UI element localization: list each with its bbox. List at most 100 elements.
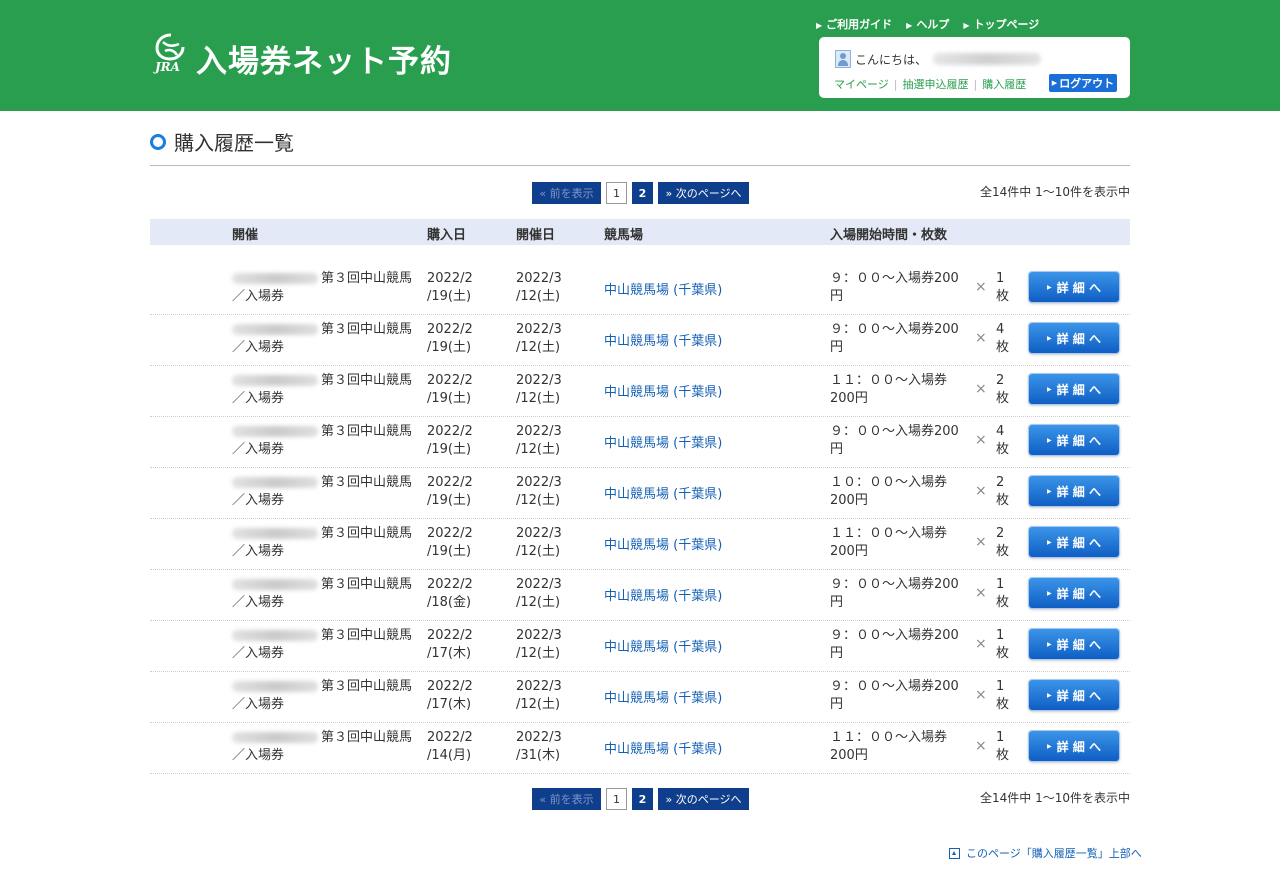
divider: | xyxy=(973,77,978,91)
event-name: 第３回中山競馬 xyxy=(321,322,413,337)
detail-button[interactable]: ▶ 詳 細 へ xyxy=(1029,323,1119,353)
next-page-button[interactable]: » 次のページへ xyxy=(658,788,749,810)
quantity-unit: 枚 xyxy=(996,340,1010,355)
purchase-date-year: 2022/2 xyxy=(427,424,473,439)
purchase-date-day: /19(土) xyxy=(427,340,472,355)
purchase-date-cell: 2022/2/19(土) xyxy=(427,474,473,510)
table-row: 第３回中山競馬 ／入場券 2022/2/17(木) 2022/3/12(土) 中山競馬場… xyxy=(150,620,1130,672)
admission-time: ９：００〜入場券200 xyxy=(830,424,959,439)
racecourse-link[interactable]: 中山競馬場 (千葉県) xyxy=(604,534,722,553)
header-purchase-date: 購入日 xyxy=(427,228,467,243)
arrow-right-icon: ▶ xyxy=(1047,589,1052,597)
event-date-day: /31(木) xyxy=(516,748,561,763)
purchase-history-link[interactable]: 購入履歴 xyxy=(982,76,1026,92)
event-date-day: /12(土) xyxy=(516,289,561,304)
jra-logo[interactable]: JRA xyxy=(153,32,189,76)
site-title[interactable]: 入場券ネット予約 xyxy=(196,36,452,81)
help-link[interactable]: ▶ ヘルプ xyxy=(906,16,949,32)
arrow-right-icon: ▶ xyxy=(963,21,970,30)
event-name: 第３回中山競馬 xyxy=(321,628,413,643)
detail-button-label: 詳 細 へ xyxy=(1056,688,1101,703)
racecourse-link[interactable]: 中山競馬場 (千葉県) xyxy=(604,330,722,349)
event-date-cell: 2022/3/12(土) xyxy=(516,372,562,408)
user-links: マイページ | 抽選申込履歴 | 購入履歴 xyxy=(834,76,1026,92)
arrow-right-icon: ▶ xyxy=(1047,436,1052,444)
redacted-text xyxy=(232,579,318,590)
top-page-link[interactable]: ▶ トップページ xyxy=(963,16,1039,32)
table-row: 第３回中山競馬 ／入場券 2022/2/19(土) 2022/3/12(土) 中山競馬場… xyxy=(150,365,1130,417)
logout-button[interactable]: ▶ ログアウト xyxy=(1049,74,1117,92)
event-date-cell: 2022/3/12(土) xyxy=(516,525,562,561)
racecourse-link[interactable]: 中山競馬場 (千葉県) xyxy=(604,483,722,502)
user-panel: こんにちは、 マイページ | 抽選申込履歴 | 購入履歴 ▶ ログアウト xyxy=(819,37,1130,98)
arrow-right-icon: ▶ xyxy=(1047,538,1052,546)
admission-time-cell: ９：００〜入場券200 円 xyxy=(830,423,970,459)
purchase-date-year: 2022/2 xyxy=(427,526,473,541)
redacted-text xyxy=(232,273,318,284)
quantity-cell: 1枚 xyxy=(996,576,1009,612)
event-date-year: 2022/3 xyxy=(516,526,562,541)
quantity-cell: 4枚 xyxy=(996,423,1009,459)
purchase-date-day: /17(木) xyxy=(427,646,472,661)
event-name: 第３回中山競馬 xyxy=(321,730,413,745)
event-date-year: 2022/3 xyxy=(516,271,562,286)
detail-button[interactable]: ▶ 詳 細 へ xyxy=(1029,272,1119,302)
racecourse-link[interactable]: 中山競馬場 (千葉県) xyxy=(604,687,722,706)
quantity-cell: 2枚 xyxy=(996,525,1009,561)
detail-button[interactable]: ▶ 詳 細 へ xyxy=(1029,629,1119,659)
multiply-icon: × xyxy=(975,432,987,448)
quantity-cell: 1枚 xyxy=(996,678,1009,714)
quantity-unit: 枚 xyxy=(996,697,1010,712)
detail-button[interactable]: ▶ 詳 細 へ xyxy=(1029,476,1119,506)
detail-button[interactable]: ▶ 詳 細 へ xyxy=(1029,731,1119,761)
lottery-history-link[interactable]: 抽選申込履歴 xyxy=(903,76,969,92)
redacted-text xyxy=(232,477,318,488)
help-link-label: ヘルプ xyxy=(916,18,950,31)
prev-page-button: « 前を表示 xyxy=(532,182,601,204)
guide-link[interactable]: ▶ ご利用ガイド xyxy=(816,16,892,32)
mypage-link[interactable]: マイページ xyxy=(834,76,889,92)
arrow-right-icon: ▶ xyxy=(1051,79,1058,87)
ticket-type: ／入場券 xyxy=(232,646,285,661)
racecourse-link[interactable]: 中山競馬場 (千葉県) xyxy=(604,738,722,757)
result-count: 全14件中 1〜10件を表示中 xyxy=(980,791,1130,805)
page-2-button[interactable]: 2 xyxy=(632,182,653,204)
detail-button[interactable]: ▶ 詳 細 へ xyxy=(1029,578,1119,608)
table-header: 開催 購入日 開催日 競馬場 入場開始時間・枚数 xyxy=(150,219,1130,245)
event-date-cell: 2022/3/12(土) xyxy=(516,576,562,612)
arrow-right-icon: ▶ xyxy=(906,21,913,30)
purchase-date-cell: 2022/2/19(土) xyxy=(427,321,473,357)
detail-button[interactable]: ▶ 詳 細 へ xyxy=(1029,527,1119,557)
event-cell: 第３回中山競馬 ／入場券 xyxy=(232,678,422,714)
detail-button[interactable]: ▶ 詳 細 へ xyxy=(1029,425,1119,455)
racecourse-link[interactable]: 中山競馬場 (千葉県) xyxy=(604,381,722,400)
event-date-day: /12(土) xyxy=(516,544,561,559)
guide-link-label: ご利用ガイド xyxy=(826,18,893,31)
purchase-date-cell: 2022/2/19(土) xyxy=(427,372,473,408)
racecourse-link[interactable]: 中山競馬場 (千葉県) xyxy=(604,636,722,655)
purchase-date-day: /17(木) xyxy=(427,697,472,712)
detail-button-label: 詳 細 へ xyxy=(1056,637,1101,652)
admission-time-cell: １１：００〜入場券 200円 xyxy=(830,372,970,408)
next-page-button[interactable]: » 次のページへ xyxy=(658,182,749,204)
purchase-date-year: 2022/2 xyxy=(427,628,473,643)
purchase-date-day: /14(月) xyxy=(427,748,472,763)
admission-price: 円 xyxy=(830,442,844,457)
redacted-text xyxy=(232,426,318,437)
quantity-cell: 1枚 xyxy=(996,729,1009,765)
event-date-year: 2022/3 xyxy=(516,577,562,592)
pager-top: « 前を表示 1 2 » 次のページへ xyxy=(532,182,749,204)
arrow-right-icon: ▶ xyxy=(816,21,823,30)
page-top-link[interactable]: このページ「購入履歴一覧」上部へ xyxy=(949,845,1142,861)
event-date-year: 2022/3 xyxy=(516,424,562,439)
page-2-button[interactable]: 2 xyxy=(632,788,653,810)
racecourse-link[interactable]: 中山競馬場 (千葉県) xyxy=(604,585,722,604)
racecourse-link[interactable]: 中山競馬場 (千葉県) xyxy=(604,432,722,451)
page-top-label: このページ「購入履歴一覧」上部へ xyxy=(966,847,1142,860)
arrow-right-icon: ▶ xyxy=(1047,691,1052,699)
admission-time: ９：００〜入場券200 xyxy=(830,577,959,592)
event-date-day: /12(土) xyxy=(516,595,561,610)
racecourse-link[interactable]: 中山競馬場 (千葉県) xyxy=(604,279,722,298)
detail-button[interactable]: ▶ 詳 細 へ xyxy=(1029,680,1119,710)
detail-button[interactable]: ▶ 詳 細 へ xyxy=(1029,374,1119,404)
